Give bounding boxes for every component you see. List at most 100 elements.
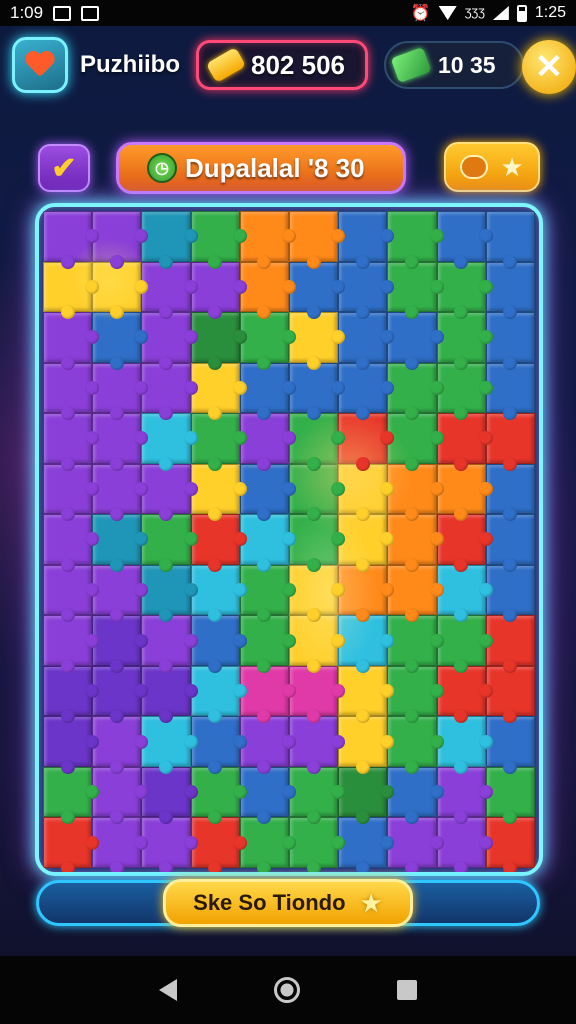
puzzle-piece[interactable] <box>239 413 297 471</box>
puzzle-piece[interactable] <box>92 716 149 774</box>
puzzle-piece[interactable] <box>190 514 248 572</box>
puzzle-piece[interactable] <box>190 817 248 872</box>
puzzle-piece[interactable] <box>239 716 297 774</box>
puzzle-piece[interactable] <box>387 665 444 723</box>
puzzle-piece[interactable] <box>485 766 535 824</box>
puzzle-piece[interactable] <box>338 413 395 471</box>
puzzle-piece[interactable] <box>190 463 248 521</box>
puzzle-piece[interactable] <box>436 514 494 572</box>
cash-counter[interactable]: 10 35 <box>384 41 524 89</box>
puzzle-piece[interactable] <box>485 564 535 622</box>
puzzle-piece[interactable] <box>387 463 444 521</box>
puzzle-piece[interactable] <box>338 615 395 673</box>
puzzle-piece[interactable] <box>436 211 494 269</box>
puzzle-piece[interactable] <box>141 413 198 471</box>
puzzle-piece[interactable] <box>289 211 346 269</box>
puzzle-piece[interactable] <box>239 665 297 723</box>
puzzle-piece[interactable] <box>43 211 100 269</box>
puzzle-piece[interactable] <box>387 362 444 420</box>
puzzle-piece[interactable] <box>141 514 198 572</box>
puzzle-piece[interactable] <box>190 766 248 824</box>
puzzle-piece[interactable] <box>338 817 395 872</box>
puzzle-piece[interactable] <box>239 817 297 872</box>
puzzle-piece[interactable] <box>485 514 535 572</box>
puzzle-piece[interactable] <box>289 716 346 774</box>
puzzle-piece[interactable] <box>387 615 444 673</box>
puzzle-piece[interactable] <box>289 564 346 622</box>
puzzle-piece[interactable] <box>289 766 346 824</box>
puzzle-piece[interactable] <box>485 716 535 774</box>
puzzle-piece[interactable] <box>141 766 198 824</box>
coin-counter[interactable]: 802 506 <box>196 40 368 90</box>
puzzle-piece[interactable] <box>338 362 395 420</box>
puzzle-piece[interactable] <box>43 312 100 370</box>
puzzle-piece[interactable] <box>485 362 535 420</box>
puzzle-piece[interactable] <box>387 766 444 824</box>
home-icon[interactable] <box>273 977 300 1003</box>
puzzle-piece[interactable] <box>239 766 297 824</box>
puzzle-grid[interactable] <box>43 211 535 872</box>
puzzle-piece[interactable] <box>289 261 346 319</box>
puzzle-piece[interactable] <box>239 615 297 673</box>
puzzle-piece[interactable] <box>239 514 297 572</box>
puzzle-piece[interactable] <box>92 312 149 370</box>
puzzle-piece[interactable] <box>289 665 346 723</box>
puzzle-piece[interactable] <box>92 514 149 572</box>
puzzle-piece[interactable] <box>436 817 494 872</box>
puzzle-piece[interactable] <box>338 261 395 319</box>
puzzle-piece[interactable] <box>387 716 444 774</box>
puzzle-piece[interactable] <box>485 615 535 673</box>
puzzle-piece[interactable] <box>387 211 444 269</box>
puzzle-piece[interactable] <box>43 615 100 673</box>
puzzle-piece[interactable] <box>289 615 346 673</box>
puzzle-piece[interactable] <box>92 463 149 521</box>
puzzle-piece[interactable] <box>239 564 297 622</box>
puzzle-piece[interactable] <box>92 261 149 319</box>
puzzle-piece[interactable] <box>289 362 346 420</box>
puzzle-piece[interactable] <box>190 362 248 420</box>
puzzle-piece[interactable] <box>43 463 100 521</box>
action-button[interactable]: Ske So Tiondo ★ <box>163 879 413 927</box>
puzzle-piece[interactable] <box>141 564 198 622</box>
puzzle-piece[interactable] <box>485 463 535 521</box>
puzzle-piece[interactable] <box>141 261 198 319</box>
puzzle-piece[interactable] <box>190 716 248 774</box>
puzzle-piece[interactable] <box>387 817 444 872</box>
puzzle-piece[interactable] <box>141 817 198 872</box>
puzzle-piece[interactable] <box>43 817 100 872</box>
puzzle-piece[interactable] <box>387 514 444 572</box>
puzzle-piece[interactable] <box>190 261 248 319</box>
puzzle-piece[interactable] <box>338 766 395 824</box>
close-button[interactable]: ✕ <box>522 40 576 94</box>
puzzle-piece[interactable] <box>485 413 535 471</box>
puzzle-piece[interactable] <box>436 463 494 521</box>
puzzle-piece[interactable] <box>92 615 149 673</box>
puzzle-piece[interactable] <box>436 564 494 622</box>
puzzle-piece[interactable] <box>43 564 100 622</box>
puzzle-piece[interactable] <box>239 261 297 319</box>
check-button[interactable]: ✔ <box>38 144 90 192</box>
puzzle-piece[interactable] <box>92 817 149 872</box>
puzzle-piece[interactable] <box>43 716 100 774</box>
puzzle-piece[interactable] <box>43 514 100 572</box>
puzzle-piece[interactable] <box>485 817 535 872</box>
puzzle-piece[interactable] <box>387 564 444 622</box>
puzzle-piece[interactable] <box>239 312 297 370</box>
back-icon[interactable] <box>158 979 177 1001</box>
puzzle-piece[interactable] <box>92 665 149 723</box>
puzzle-piece[interactable] <box>141 615 198 673</box>
puzzle-piece[interactable] <box>190 312 248 370</box>
puzzle-piece[interactable] <box>239 362 297 420</box>
puzzle-piece[interactable] <box>338 564 395 622</box>
puzzle-piece[interactable] <box>190 211 248 269</box>
puzzle-piece[interactable] <box>141 463 198 521</box>
puzzle-piece[interactable] <box>436 716 494 774</box>
puzzle-piece[interactable] <box>239 211 297 269</box>
puzzle-piece[interactable] <box>92 211 149 269</box>
puzzle-piece[interactable] <box>387 261 444 319</box>
puzzle-piece[interactable] <box>436 261 494 319</box>
puzzle-piece[interactable] <box>338 211 395 269</box>
puzzle-piece[interactable] <box>92 564 149 622</box>
puzzle-piece[interactable] <box>289 413 346 471</box>
puzzle-piece[interactable] <box>43 766 100 824</box>
